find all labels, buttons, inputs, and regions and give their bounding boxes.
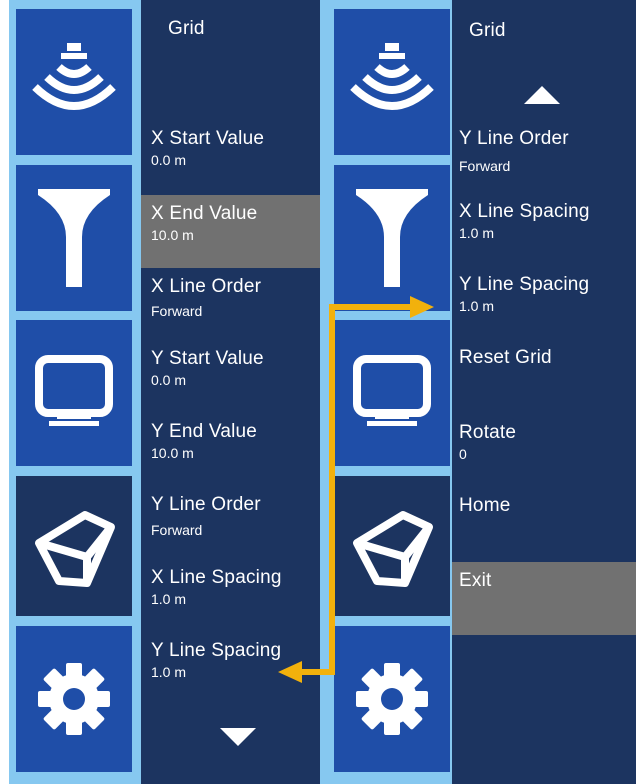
arrowhead-right-icon bbox=[410, 296, 434, 318]
arrowhead-left-icon bbox=[278, 661, 302, 683]
connector-arrow bbox=[278, 296, 434, 683]
